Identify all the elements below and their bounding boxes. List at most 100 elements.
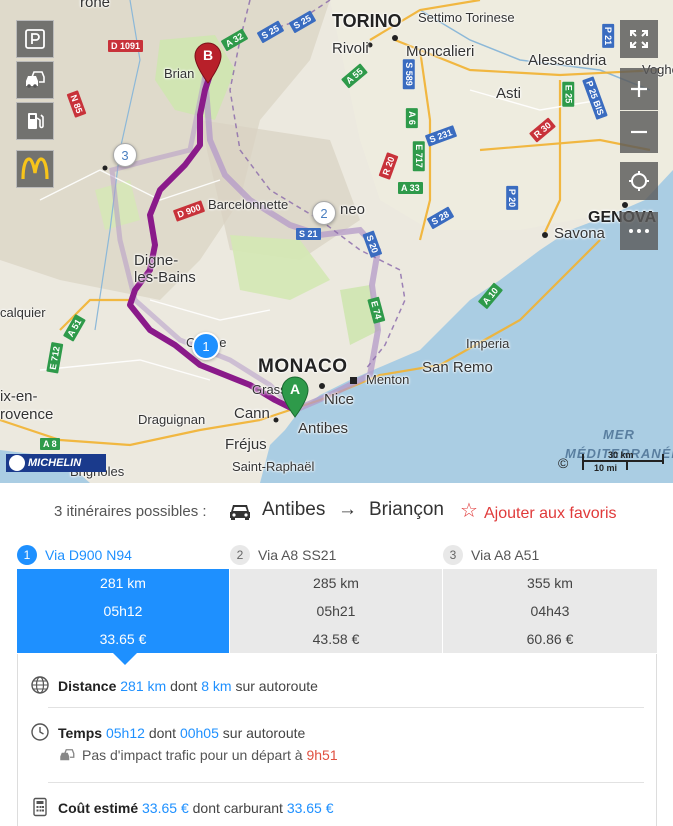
pin-end-briancon[interactable]: B xyxy=(193,42,223,84)
traffic-text: Pas d'impact trafic pour un départ à 9h5… xyxy=(82,747,338,763)
route-marker-3[interactable]: 3 xyxy=(113,143,137,167)
globe-icon xyxy=(31,676,49,694)
road-shield-s589: S 589 xyxy=(402,59,415,89)
distance-mid: dont xyxy=(170,678,198,694)
cell-route-2-cost[interactable]: 43.58 € xyxy=(230,625,443,653)
route-map[interactable]: rône TORINO Settimo Torinese Rivoli Monc… xyxy=(0,0,673,483)
locate-icon xyxy=(629,171,649,191)
routes-count-text: 3 itinéraires possibles : xyxy=(54,503,207,520)
scale-mi: 10 mi xyxy=(594,463,618,473)
time-suffix: sur autoroute xyxy=(222,725,306,741)
road-shield-p21: P 21 xyxy=(602,23,615,49)
tab-route-1-label: Via D900 N94 xyxy=(45,547,132,563)
michelin-logo[interactable]: MICHELIN xyxy=(6,454,106,472)
route-header: 3 itinéraires possibles : Antibes → Bria… xyxy=(0,496,673,528)
clock-icon xyxy=(31,723,49,741)
tab-route-1-num: 1 xyxy=(17,545,37,565)
traffic-prefix: Pas d'impact trafic pour un départ à xyxy=(82,747,303,763)
cell-route-2-time[interactable]: 05h21 xyxy=(230,597,443,625)
michelin-logo-text: MICHELIN xyxy=(28,457,82,469)
map-label-sanremo: San Remo xyxy=(422,359,493,376)
cell-route-1-time[interactable]: 05h12 xyxy=(17,597,230,625)
mcdonalds-button[interactable] xyxy=(16,150,54,188)
map-label-forcalquier: calquier xyxy=(0,305,46,320)
map-label-asti: Asti xyxy=(496,85,522,102)
pin-start-antibes[interactable]: A xyxy=(280,376,310,418)
map-label-rivoli: Rivoli xyxy=(332,40,369,57)
zoom-out-button[interactable] xyxy=(620,111,658,153)
star-icon[interactable]: ☆ xyxy=(460,498,478,523)
fuel-button[interactable] xyxy=(16,102,54,140)
route-marker-2[interactable]: 2 xyxy=(312,201,336,225)
parking-button[interactable] xyxy=(16,20,54,58)
zoom-in-icon xyxy=(631,81,647,97)
zoom-in-button[interactable] xyxy=(620,68,658,110)
route-comparison-table: 281 km 285 km 355 km 05h12 05h21 04h43 3… xyxy=(17,569,657,653)
page-root: rône TORINO Settimo Torinese Rivoli Monc… xyxy=(0,0,673,826)
road-shield-a8: A 8 xyxy=(40,438,60,450)
map-label-digne-2: les-Bains xyxy=(134,269,196,286)
map-label-frejus: Fréjus xyxy=(225,436,267,453)
road-shield-a33: A 33 xyxy=(398,182,423,194)
map-label-cuneo: neo xyxy=(340,201,366,218)
departure-time: 9h51 xyxy=(306,747,338,763)
map-label-draguignan: Draguignan xyxy=(138,412,206,427)
route-marker-1[interactable]: 1 xyxy=(192,332,220,360)
time-mid: dont xyxy=(148,725,177,741)
cell-route-3-distance[interactable]: 355 km xyxy=(443,569,657,597)
fullscreen-icon xyxy=(630,30,648,48)
locate-button[interactable] xyxy=(620,162,658,200)
tab-route-3[interactable]: 3 Via A8 A51 xyxy=(443,542,539,568)
map-label-savona: Savona xyxy=(554,225,605,242)
scale-bar xyxy=(582,460,664,462)
tab-route-3-label: Via A8 A51 xyxy=(471,547,540,563)
tab-route-2[interactable]: 2 Via A8 SS21 xyxy=(230,542,336,568)
distance-label: Distance xyxy=(58,678,117,694)
scale-km: 30 km xyxy=(608,450,634,460)
map-label-torino: TORINO xyxy=(332,11,402,31)
add-favorite-link[interactable]: Ajouter aux favoris xyxy=(484,505,617,523)
route-tabs: 1 Via D900 N94 2 Via A8 SS21 3 Via A8 A5… xyxy=(17,542,657,568)
distance-highway: 8 km xyxy=(201,678,232,694)
cost-fuel: 33.65 € xyxy=(286,800,334,816)
cost-total: 33.65 € xyxy=(142,800,189,816)
cost-text: Coût estimé 33.65 € dont carburant 33.65… xyxy=(58,800,334,816)
map-label-briancon: Brian xyxy=(164,66,195,81)
cost-label: Coût estimé xyxy=(58,800,139,816)
map-label-moncalieri: Moncalieri xyxy=(406,43,475,60)
cell-route-3-time[interactable]: 04h43 xyxy=(443,597,657,625)
copyright-symbol[interactable]: © xyxy=(558,455,568,471)
distance-suffix: sur autoroute xyxy=(235,678,318,694)
tab-route-2-label: Via A8 SS21 xyxy=(258,547,337,563)
zoom-out-icon xyxy=(631,130,647,134)
origin-city: Antibes xyxy=(262,499,326,520)
road-shield-e25: E 25 xyxy=(562,81,575,107)
table-row-distance: 281 km 285 km 355 km xyxy=(17,569,657,597)
cell-route-2-distance[interactable]: 285 km xyxy=(230,569,443,597)
road-shield-e717: E 717 xyxy=(412,141,425,171)
cell-route-1-cost[interactable]: 33.65 € xyxy=(17,625,230,653)
direction-arrow: → xyxy=(338,499,357,520)
scale-tick-left xyxy=(582,454,584,470)
detail-separator-2 xyxy=(48,782,644,783)
map-label-nice: Nice xyxy=(324,391,355,408)
cell-route-3-cost[interactable]: 60.86 € xyxy=(443,625,657,653)
time-highway: 00h05 xyxy=(179,725,219,741)
selected-route-pointer xyxy=(113,653,137,665)
car-icon xyxy=(230,505,250,520)
traffic-small-icon xyxy=(60,749,75,761)
more-button[interactable] xyxy=(620,212,658,250)
distance-total: 281 km xyxy=(120,678,167,694)
fullscreen-button[interactable] xyxy=(620,20,658,58)
scale-tick-right xyxy=(662,454,664,464)
tab-route-1[interactable]: 1 Via D900 N94 xyxy=(17,542,132,568)
traffic-icon xyxy=(26,71,45,88)
scale-tick-mid xyxy=(626,460,628,470)
map-scale: 30 km 10 mi xyxy=(582,450,664,474)
detail-separator-1 xyxy=(48,707,644,708)
map-label-cannes: Cann xyxy=(234,405,270,422)
michelin-bib-icon xyxy=(9,455,25,471)
map-label-sea-1: MER xyxy=(603,427,635,442)
traffic-button[interactable] xyxy=(16,61,54,99)
cell-route-1-distance[interactable]: 281 km xyxy=(17,569,230,597)
